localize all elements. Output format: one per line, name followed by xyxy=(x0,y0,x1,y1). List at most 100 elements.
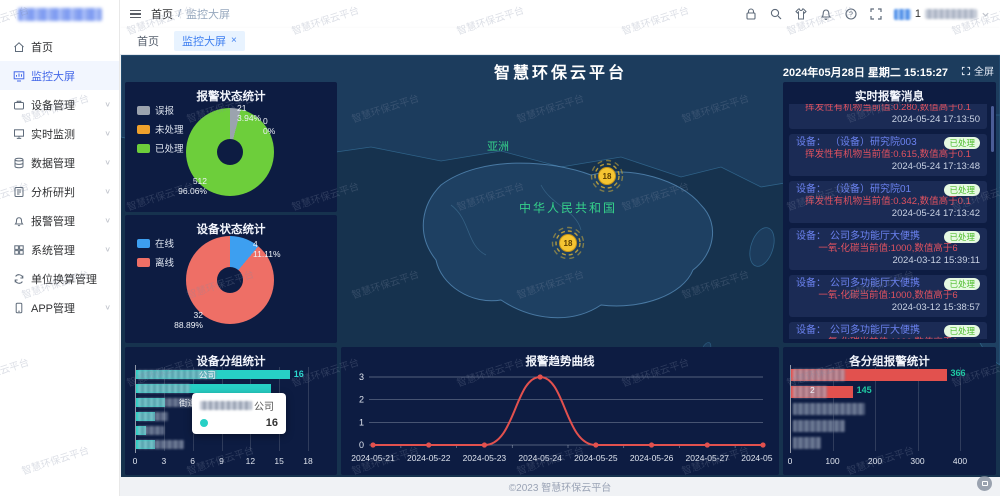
feedback-float-button[interactable] xyxy=(977,476,992,491)
alarm-message[interactable]: 设备：公司多功能厅大便携已处理一氧-化碳当前值:1000,数值高于62024-0… xyxy=(789,275,987,317)
system-icon xyxy=(13,244,25,256)
axis-tick-label: 0 xyxy=(788,456,793,466)
fullscreen-button[interactable]: 全屏 xyxy=(961,63,994,78)
sidebar-item-5[interactable]: 数据管理∨ xyxy=(0,148,119,177)
message-text: 一氧-化碳当前值:1000,数值高于6 xyxy=(796,337,980,339)
hamburger-icon[interactable] xyxy=(128,8,143,21)
tab-2[interactable]: 监控大屏× xyxy=(174,31,245,51)
app-window: 首页监控大屏设备管理∨实时监测∨数据管理∨分析研判∨报警管理∨系统管理∨单位换算… xyxy=(0,0,1000,496)
widget-icon xyxy=(982,481,988,486)
sidebar-menu: 首页监控大屏设备管理∨ 实时监测 ∨ 数据管理∨分析研判∨报警管理∨ 系统管理 ∨ 单位换算… xyxy=(0,28,119,322)
sidebar-item-7[interactable]: 报警管理∨ xyxy=(0,206,119,235)
alarm-message[interactable]: 挥发性有机物当前值:0.280,数值高于0.12024-05-24 17:13:… xyxy=(789,104,987,129)
panel-alarm-status: 报警状态统计 误报未处理已处理 213.94% 00% 51296.06% xyxy=(125,82,337,212)
panel-alarm-trend: 报警趋势曲线 01232024-05-212024-05-222024-05-2… xyxy=(341,347,779,475)
sidebar-item-label: 单位换算管理 xyxy=(31,271,97,287)
breadcrumb-home[interactable]: 首页 xyxy=(151,6,173,22)
legend-item: 已处理 xyxy=(137,141,184,155)
sidebar-item-9[interactable]: 单位换算管理 xyxy=(0,264,119,293)
message-time: 2024-05-24 17:13:42 xyxy=(796,208,980,220)
bar-label-redacted xyxy=(793,403,865,415)
svg-text:2: 2 xyxy=(359,395,364,405)
message-text: 挥发性有机物当前值:0.280,数值高于0.1 xyxy=(796,104,980,114)
scrollbar-thumb[interactable] xyxy=(991,106,994,152)
alarm-icon xyxy=(13,215,25,227)
svg-text:2024-05-21: 2024-05-21 xyxy=(351,453,395,463)
alarm-message[interactable]: 设备：公司多功能厅大便携已处理一氧-化碳当前值:1000,数值高于62024-0… xyxy=(789,228,987,270)
chevron-down-icon: ∨ xyxy=(104,245,111,254)
main-area: 首页 / 监控大屏 ? xyxy=(120,0,1000,496)
tab-1[interactable]: 首页 xyxy=(129,31,167,51)
legend-item: 离线 xyxy=(137,255,174,269)
bell-icon[interactable] xyxy=(819,7,833,21)
legend-label: 误报 xyxy=(155,103,174,117)
user-name-redacted xyxy=(925,9,977,19)
legend-swatch xyxy=(137,125,150,134)
status-badge: 已处理 xyxy=(944,137,980,149)
sidebar-item-label: 监控大屏 xyxy=(31,68,75,84)
message-text: 一氧-化碳当前值:1000,数值高于6 xyxy=(796,243,980,255)
sidebar-item-6[interactable]: 分析研判∨ xyxy=(0,177,119,206)
axis-tick-label: 200 xyxy=(868,456,882,466)
sidebar-item-label: 分析研判 xyxy=(31,184,75,200)
bar-row: 366 xyxy=(790,369,960,381)
alarm-message[interactable]: 设备：（设备）研究院01已处理挥发性有机物当前值:0.342,数值高于0.120… xyxy=(789,181,987,223)
sidebar-item-1[interactable]: 首页 xyxy=(0,32,119,61)
message-header: 设备：（设备）研究院01已处理 xyxy=(796,183,980,196)
svg-text:18: 18 xyxy=(564,239,573,248)
sidebar-item-label: 数据管理 xyxy=(31,155,75,171)
alarm-message[interactable]: 设备：（设备）研究院003已处理挥发性有机物当前值:0.615,数值高于0.12… xyxy=(789,134,987,176)
tooltip-name-redacted xyxy=(200,401,252,410)
help-icon[interactable]: ? xyxy=(844,7,858,21)
close-icon[interactable]: × xyxy=(231,36,237,46)
axis-tick-label: 9 xyxy=(219,456,224,466)
chart-tooltip: 公司 16 xyxy=(192,393,286,434)
fullscreen-icon[interactable] xyxy=(869,7,883,21)
breadcrumb-current: 监控大屏 xyxy=(186,6,230,22)
sidebar-item-3[interactable]: 设备管理∨ xyxy=(0,90,119,119)
sidebar-item-4[interactable]: 实时监测 ∨ xyxy=(0,119,119,148)
analysis-icon xyxy=(13,186,25,198)
sidebar-item-10[interactable]: APP管理∨ xyxy=(0,293,119,322)
chevron-down-icon xyxy=(981,10,990,19)
legend-swatch xyxy=(137,258,150,267)
donut-label: 00% xyxy=(263,116,275,136)
axis-tick-label: 100 xyxy=(825,456,839,466)
chevron-down-icon: ∨ xyxy=(104,129,111,138)
legend-label: 在线 xyxy=(155,236,174,250)
axis-tick-label: 3 xyxy=(161,456,166,466)
panel-alarm-messages: 实时报警消息 挥发性有机物当前值:0.280,数值高于0.12024-05-24… xyxy=(783,82,996,343)
svg-text:2024-05-23: 2024-05-23 xyxy=(463,453,507,463)
bar-label-redacted xyxy=(138,426,164,435)
message-header: 设备：公司多功能厅大便携已处理 xyxy=(796,277,980,290)
bar-label-redacted xyxy=(138,440,184,449)
lock-icon[interactable] xyxy=(744,7,758,21)
message-time: 2024-03-12 15:39:11 xyxy=(796,255,980,267)
home-icon xyxy=(13,41,25,53)
theme-icon[interactable] xyxy=(794,7,808,21)
message-header: 设备：公司多功能厅大便携已处理 xyxy=(796,324,980,337)
panel-title: 设备状态统计 xyxy=(125,215,337,237)
legend-item: 在线 xyxy=(137,236,174,250)
bar-label-suffix: 2 xyxy=(810,385,815,395)
sidebar-item-label: 实时监测 xyxy=(31,126,75,142)
content-area: 亚洲 中华人民共和国 18 18 智慧环保云平台 xyxy=(120,55,1000,496)
axis-tick-label: 400 xyxy=(953,456,967,466)
svg-text:18: 18 xyxy=(603,172,612,181)
panel-title: 报警状态统计 xyxy=(125,82,337,104)
device-prefix: 设备： xyxy=(796,183,826,196)
gridline xyxy=(960,367,961,451)
sidebar-item-2[interactable]: 监控大屏 xyxy=(0,61,119,90)
search-icon[interactable] xyxy=(769,7,783,21)
axis-tick-label: 300 xyxy=(910,456,924,466)
app-icon xyxy=(13,302,25,314)
axis-tick-label: 15 xyxy=(274,456,283,466)
user-menu[interactable]: 1 xyxy=(894,8,990,20)
sidebar-item-8[interactable]: 系统管理 ∨ xyxy=(0,235,119,264)
device-name: 公司多功能厅大便携 xyxy=(830,277,920,290)
alarm-message[interactable]: 设备：公司多功能厅大便携已处理一氧-化碳当前值:1000,数值高于62024-0… xyxy=(789,322,987,339)
brand-logo xyxy=(0,0,119,28)
sidebar-item-label: 报警管理 xyxy=(31,213,75,229)
sidebar-item-label: 系统管理 xyxy=(31,242,75,258)
device-prefix: 设备： xyxy=(796,136,826,149)
